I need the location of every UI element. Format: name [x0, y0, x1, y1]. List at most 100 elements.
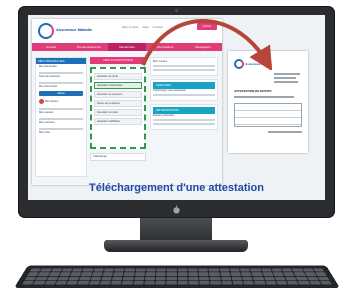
services-card-title: SERVICES — [153, 82, 215, 89]
left-panel-link[interactable]: Mon espace — [36, 110, 86, 115]
divider — [153, 94, 215, 96]
doc-text-line — [274, 73, 300, 75]
monitor-stand-base — [104, 240, 248, 252]
keyboard-key — [302, 268, 314, 272]
keyboard-key — [199, 276, 210, 281]
keyboard-key — [144, 276, 155, 281]
keyboard-key — [103, 268, 115, 272]
attestation-item[interactable]: Attestation de vitale — [94, 109, 142, 116]
keyboard-key — [297, 280, 310, 285]
keyboard-key — [243, 280, 255, 285]
keyboard-key — [221, 280, 233, 285]
keyboard-key — [315, 272, 327, 276]
keyboard-key — [110, 280, 122, 285]
left-panel-item[interactable]: Suivi des dossiers — [36, 74, 86, 79]
keyboard-key — [79, 276, 91, 281]
left-panel-link[interactable]: Mes courriers — [36, 120, 86, 125]
download-button[interactable]: Télécharger — [90, 153, 146, 161]
download-arrow-icon — [141, 19, 273, 70]
nav-item-home[interactable]: Accueil — [32, 43, 70, 51]
keyboard-key — [286, 280, 299, 285]
keyboard-key — [285, 276, 297, 281]
alert-row[interactable]: Mes alertes — [36, 98, 86, 105]
keyboard-key — [232, 280, 244, 285]
left-panel-item[interactable]: Mes documents — [36, 84, 86, 89]
keyboard-key — [166, 276, 177, 281]
keyboard-key — [272, 272, 284, 276]
keyboard-key — [262, 272, 274, 276]
services-card: SERVICES Télécharger votre attestation — [150, 79, 218, 101]
keyboard-key — [240, 272, 252, 276]
keyboard-key — [61, 268, 73, 272]
right-panel: Mon compte SERVICES Télécharger votre at… — [150, 57, 218, 179]
keyboard-key — [242, 276, 253, 281]
keyboard-key — [166, 280, 177, 285]
keyboard-key — [124, 268, 135, 272]
keyboard-key — [155, 280, 166, 285]
left-panel-link[interactable]: Mes infos — [36, 130, 86, 135]
keyboard-key — [230, 272, 241, 276]
keyboard-key — [113, 272, 124, 276]
keyboard-key — [271, 268, 283, 272]
keyboard-key — [208, 268, 219, 272]
keyboard-key — [177, 272, 188, 276]
validate-button[interactable]: Valider — [39, 91, 83, 96]
keyboard-key — [254, 280, 266, 285]
keyboard-key — [188, 276, 199, 281]
keyboard-key — [90, 276, 102, 281]
doc-text-line — [268, 131, 302, 133]
brand-name: Assurance Maladie — [56, 27, 93, 32]
keyboard-key — [93, 268, 104, 272]
keyboard-key — [145, 272, 156, 276]
keyboard-key — [229, 268, 240, 272]
doc-table — [234, 103, 302, 127]
keyboard-key — [252, 276, 264, 281]
keyboard-key — [66, 280, 78, 285]
attestation-item-selected[interactable]: Attestation d'indemnités — [94, 82, 142, 89]
keyboard-key — [219, 268, 230, 272]
keyboard-key — [88, 280, 100, 285]
attestation-item[interactable]: Attestation de droits — [94, 73, 142, 80]
keyboard-key — [295, 276, 308, 281]
keyboard-key — [199, 280, 210, 285]
doc-text-line — [234, 96, 294, 98]
keyboard-key — [33, 280, 46, 285]
keyboard-key — [239, 268, 251, 272]
left-panel-item[interactable]: Mes demandes — [36, 64, 86, 69]
keyboard-key — [101, 276, 112, 281]
monitor: Assurance Maladie Mon compte Aide Contac… — [18, 6, 335, 218]
keyboard-key — [198, 272, 209, 276]
services-card-text[interactable]: Télécharger votre attestation — [153, 89, 215, 92]
attestation-list: Attestation de droits Attestation d'inde… — [90, 67, 146, 149]
keyboard-key — [166, 272, 177, 276]
keyboard — [14, 265, 340, 288]
keyboard-key — [187, 268, 198, 272]
attestation-item[interactable]: Attestation de paiement — [94, 91, 142, 98]
nav-item-reimbursements[interactable]: Remboursements — [70, 43, 108, 51]
keyboard-key — [306, 276, 319, 281]
keyboard-key — [209, 272, 220, 276]
keyboard-key — [133, 280, 144, 285]
keyboard-key — [281, 268, 293, 272]
keyboard-key — [166, 268, 177, 272]
keyboard-key — [99, 280, 111, 285]
attestation-item[interactable]: Attestation d'affiliation — [94, 118, 142, 125]
keyboard-key — [283, 272, 295, 276]
information-card: INFORMATIONS Espace prévention — [150, 104, 218, 130]
doc-table-row — [235, 111, 301, 118]
keyboard-key — [188, 280, 199, 285]
keyboard-key — [145, 268, 156, 272]
keyboard-key — [263, 276, 275, 281]
keyboard-keys — [22, 268, 332, 285]
information-card-text[interactable]: Espace prévention — [153, 114, 215, 117]
webcam — [175, 9, 178, 12]
keyboard-key — [188, 272, 198, 276]
doc-text-line — [274, 77, 296, 79]
keyboard-key — [82, 268, 94, 272]
attestation-item[interactable]: Relevé de prestations — [94, 100, 142, 107]
keyboard-key — [48, 272, 61, 276]
keyboard-key — [40, 268, 52, 272]
brand-logo-icon[interactable] — [38, 23, 54, 39]
divider — [153, 123, 215, 125]
alert-label: Mes alertes — [44, 100, 59, 104]
